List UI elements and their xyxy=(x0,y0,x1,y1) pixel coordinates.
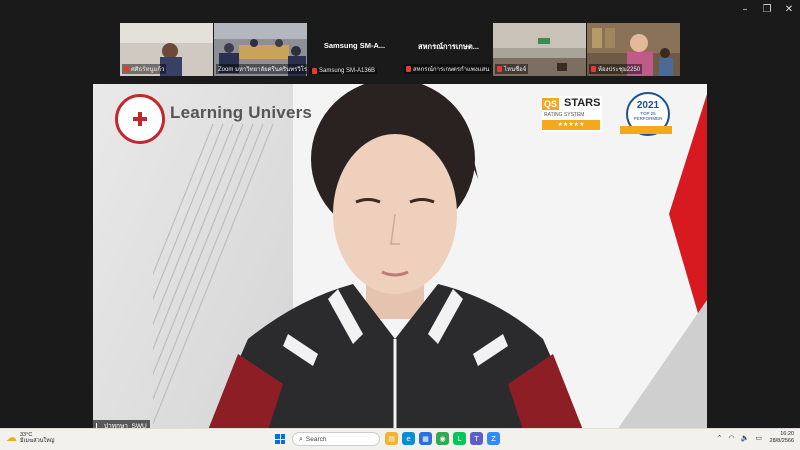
weather-description: มีเมฆส่วนใหญ่ xyxy=(20,437,55,444)
mic-muted-icon xyxy=(312,68,317,74)
participant-name-tag: ศศิธร์หนูแก้ว xyxy=(122,64,167,74)
search-icon: ⌕ xyxy=(299,434,303,443)
participant-name-tag: Samsung SM-A136B xyxy=(310,68,378,74)
participant-name: ห้องประชุม2250 xyxy=(598,67,641,73)
participant-name: Zoom มหาวิทยาลัยศรีนครินทรวิโรฒ xyxy=(218,67,307,73)
clock-date: 28/8/2566 xyxy=(769,438,794,444)
pinned-apps: ▤ e ▦ ◉ L T Z xyxy=(385,432,500,445)
participant-center-label: สหกรณ์การเกษต... xyxy=(418,42,479,51)
taskbar: ☁ 33°C มีเมฆส่วนใหญ่ ⌕ Search ▤ e ▦ ◉ L T Z ⌃ … xyxy=(0,428,800,450)
participant-name-tag: Zoom มหาวิทยาลัยศรีนครินทรวิโรฒ xyxy=(216,64,307,74)
clock-time: 16:20 xyxy=(780,431,794,437)
participant-name: ไหนชื่อจ์ xyxy=(504,67,527,73)
participant-name-tag: สหกรณ์การเกษตรกำแพงแสน xyxy=(404,64,492,74)
speaker-figure xyxy=(208,84,583,430)
store-icon[interactable]: ▦ xyxy=(419,432,432,445)
award-badge: 2021 TOP 25 PERFORMER xyxy=(620,92,672,136)
chevron-up-icon[interactable]: ⌃ xyxy=(717,434,723,442)
grey-accent-shape xyxy=(617,300,707,430)
search-placeholder: Search xyxy=(305,435,327,443)
system-tray[interactable]: ⌃ ◠ 🔈 ▭ xyxy=(717,434,762,442)
mic-muted-icon xyxy=(406,66,411,72)
speaker-icon[interactable]: 🔈 xyxy=(741,434,750,442)
close-button[interactable]: ✕ xyxy=(778,0,800,18)
participant-tile[interactable]: Samsung SM-A... Samsung SM-A136B xyxy=(308,23,401,76)
badge-ribbon xyxy=(620,126,672,134)
window-controls: – ❐ ✕ xyxy=(734,0,800,18)
participant-tile[interactable]: Zoom มหาวิทยาลัยศรีนครินทรวิโรฒ xyxy=(214,23,307,76)
mic-muted-icon xyxy=(497,66,502,72)
participant-tile[interactable]: ไหนชื่อจ์ xyxy=(493,23,586,76)
participant-name: ศศิธร์หนูแก้ว xyxy=(131,67,165,73)
active-speaker-video[interactable]: Learning Univers QS STARS RATING SYSTEM … xyxy=(93,84,707,430)
participant-center-label: Samsung SM-A... xyxy=(323,41,386,50)
mic-muted-icon xyxy=(124,66,129,72)
participant-tile[interactable]: ศศิธร์หนูแก้ว xyxy=(120,23,213,76)
chrome-icon[interactable]: ◉ xyxy=(436,432,449,445)
weather-widget[interactable]: ☁ 33°C มีเมฆส่วนใหญ่ xyxy=(6,431,54,444)
wifi-icon[interactable]: ◠ xyxy=(729,434,735,442)
edge-icon[interactable]: e xyxy=(402,432,415,445)
participant-tile[interactable]: สหกรณ์การเกษต... สหกรณ์การเกษตรกำแพงแสน xyxy=(402,23,495,76)
participant-name-tag: ไหนชื่อจ์ xyxy=(495,64,529,74)
line-icon[interactable]: L xyxy=(453,432,466,445)
badge-caption: TOP 25 PERFORMER xyxy=(633,111,663,121)
maximize-button[interactable]: ❐ xyxy=(756,0,778,18)
minimize-button[interactable]: – xyxy=(734,0,756,18)
badge-year: 2021 xyxy=(636,100,660,111)
participant-name: Samsung SM-A136B xyxy=(319,68,376,74)
file-explorer-icon[interactable]: ▤ xyxy=(385,432,398,445)
taskbar-search[interactable]: ⌕ Search xyxy=(292,432,380,446)
mic-muted-icon xyxy=(591,66,596,72)
zoom-icon[interactable]: Z xyxy=(487,432,500,445)
taskbar-clock[interactable]: 16:20 28/8/2566 xyxy=(770,431,794,445)
weather-cloud-icon: ☁ xyxy=(6,431,17,444)
battery-icon[interactable]: ▭ xyxy=(755,434,762,442)
teams-icon[interactable]: T xyxy=(470,432,483,445)
participant-name: สหกรณ์การเกษตรกำแพงแสน xyxy=(413,67,490,73)
participant-name-tag: ห้องประชุม2250 xyxy=(589,64,643,74)
university-logo xyxy=(115,94,165,144)
start-button[interactable] xyxy=(275,434,285,444)
participant-tile[interactable]: ห้องประชุม2250 xyxy=(587,23,680,76)
